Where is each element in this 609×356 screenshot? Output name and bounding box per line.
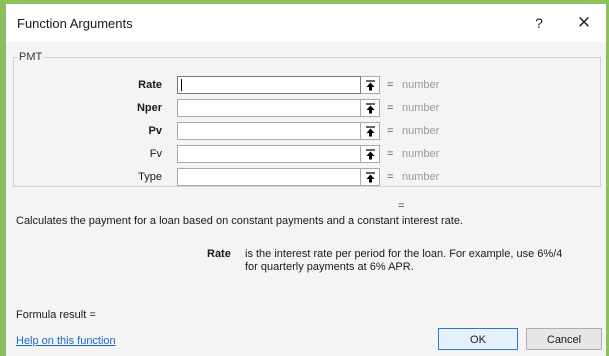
argument-result: number [402,102,440,114]
dialog-title: Function Arguments [17,16,133,31]
argument-label: Pv [148,125,162,137]
argument-label: Type [138,171,162,183]
argument-label: Rate [138,79,162,91]
close-button[interactable]: ✕ [572,12,596,34]
pv-collapse-button[interactable] [361,122,380,140]
argument-row-fv: Fv = number [6,145,606,165]
ok-button[interactable]: OK [438,328,518,350]
function-result-equals: = [398,200,405,212]
argument-equals: = [387,125,394,137]
argument-label: Nper [136,102,162,114]
fv-collapse-button[interactable] [361,145,380,163]
argument-row-type: Type = number [6,168,606,188]
help-button[interactable]: ? [529,13,549,33]
argument-row-pv: Pv = number [6,122,606,142]
argument-equals: = [387,148,394,160]
argument-result: number [402,148,440,160]
rate-collapse-button[interactable] [361,76,380,94]
title-bar: Function Arguments ? ✕ [6,4,606,42]
argument-equals: = [387,171,394,183]
type-collapse-button[interactable] [361,168,380,186]
argument-equals: = [387,79,394,91]
pv-input[interactable] [177,122,361,140]
argument-label: Fv [149,148,162,160]
text-caret [181,79,182,91]
argument-result: number [402,171,440,183]
argument-row-rate: Rate = number [6,76,606,96]
type-input[interactable] [177,168,361,186]
argument-help-name: Rate [207,248,231,260]
collapse-dialog-icon [366,80,375,91]
argument-row-nper: Nper = number [6,99,606,119]
collapse-dialog-icon [366,103,375,114]
rate-input[interactable] [177,76,361,94]
argument-equals: = [387,102,394,114]
cancel-button[interactable]: Cancel [526,328,602,350]
collapse-dialog-icon [366,126,375,137]
help-on-function-link[interactable]: Help on this function [16,335,116,347]
formula-result-label: Formula result = [16,309,96,321]
function-name-legend: PMT [17,51,45,63]
collapse-dialog-icon [366,149,375,160]
nper-input[interactable] [177,99,361,117]
fv-input[interactable] [177,145,361,163]
argument-result: number [402,79,440,91]
collapse-dialog-icon [366,172,375,183]
argument-result: number [402,125,440,137]
argument-help-text: is the interest rate per period for the … [245,248,563,273]
function-arguments-dialog: Function Arguments ? ✕ PMT Rate = number… [5,4,606,356]
nper-collapse-button[interactable] [361,99,380,117]
function-description: Calculates the payment for a loan based … [16,215,463,227]
